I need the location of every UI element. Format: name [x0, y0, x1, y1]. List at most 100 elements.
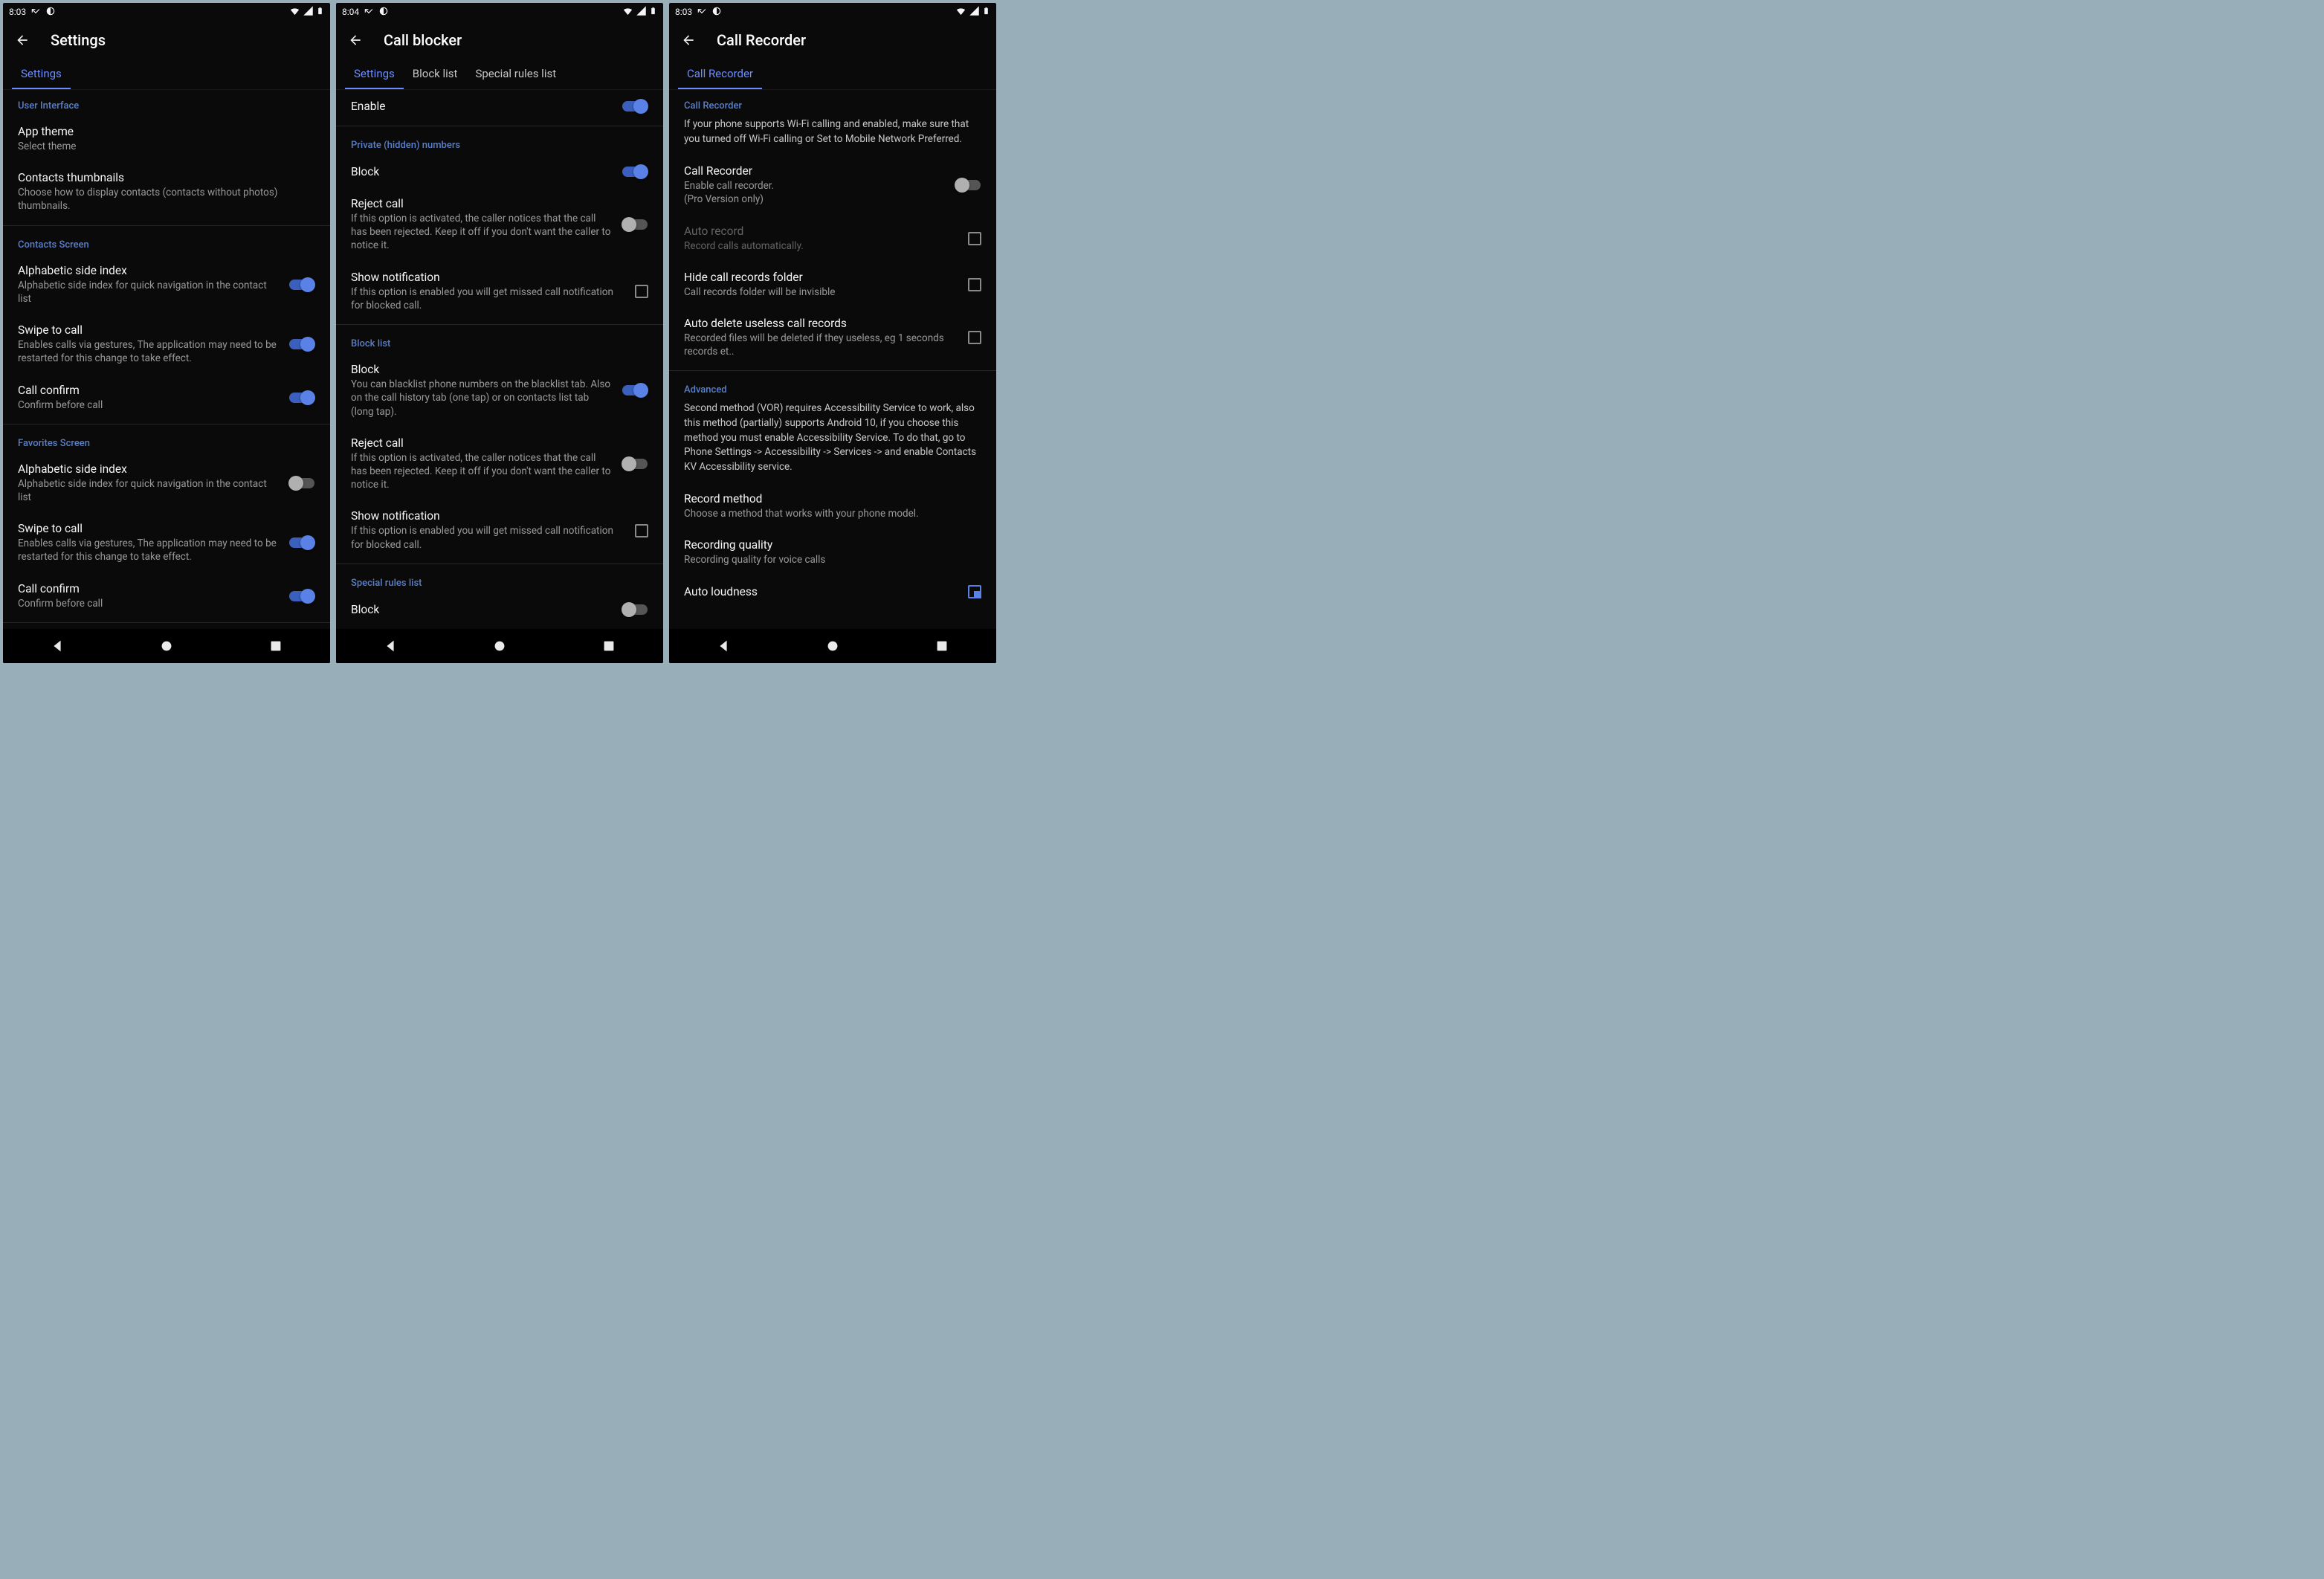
- divider: [669, 370, 996, 371]
- section-header: Favorites Screen: [3, 427, 330, 453]
- settings-item[interactable]: Recording quality Recording quality for …: [669, 529, 996, 575]
- item-subtitle: Alphabetic side index for quick navigati…: [18, 279, 278, 306]
- toggle-switch[interactable]: [622, 383, 648, 398]
- item-title: App theme: [18, 125, 315, 138]
- battery-icon: [316, 5, 324, 19]
- item-title: Swipe to call: [18, 323, 278, 337]
- settings-item[interactable]: Block You can blacklist phone numbers on…: [336, 354, 663, 427]
- settings-item[interactable]: Hide call records folder Call records fo…: [669, 262, 996, 308]
- item-subtitle: If this option is enabled you will get m…: [351, 524, 624, 551]
- content[interactable]: User Interface App theme Select theme Co…: [3, 90, 330, 629]
- checkbox[interactable]: [635, 524, 648, 537]
- section-header: Private (hidden) numbers: [336, 129, 663, 155]
- item-subtitle: Confirm before call: [18, 597, 278, 610]
- checkbox[interactable]: [968, 585, 981, 598]
- toggle-switch[interactable]: [622, 99, 648, 114]
- signal-icon: [303, 5, 314, 19]
- toggle-switch[interactable]: [622, 217, 648, 232]
- header-title: Settings: [51, 31, 106, 49]
- settings-item[interactable]: Auto record Record calls automatically.: [669, 216, 996, 262]
- back-button[interactable]: [15, 33, 30, 48]
- nav-home[interactable]: [491, 638, 508, 654]
- nav-recent[interactable]: [934, 638, 950, 654]
- checkbox[interactable]: [968, 278, 981, 291]
- notification-icon: [378, 6, 389, 19]
- toggle-switch[interactable]: [288, 277, 315, 292]
- battery-icon: [649, 5, 657, 19]
- toggle-switch[interactable]: [288, 535, 315, 550]
- settings-item[interactable]: Show notification If this option is enab…: [336, 500, 663, 560]
- settings-item[interactable]: Enable: [336, 90, 663, 123]
- toggle-switch[interactable]: [288, 390, 315, 405]
- item-subtitle: Recording quality for voice calls: [684, 553, 981, 566]
- nav-home[interactable]: [158, 638, 175, 654]
- section-header: Block list: [336, 328, 663, 354]
- nav-home[interactable]: [824, 638, 841, 654]
- settings-item[interactable]: Show notification If this option is enab…: [336, 262, 663, 321]
- settings-item[interactable]: Block: [336, 155, 663, 188]
- content[interactable]: Call RecorderIf your phone supports Wi-F…: [669, 90, 996, 629]
- settings-item[interactable]: Auto delete useless call records Recorde…: [669, 308, 996, 367]
- checkbox[interactable]: [635, 285, 648, 298]
- settings-item[interactable]: Swipe to call Enables calls via gestures…: [3, 314, 330, 374]
- navigation-bar: [669, 629, 996, 663]
- item-title: Auto delete useless call records: [684, 317, 958, 330]
- item-subtitle: If this option is activated, the caller …: [351, 451, 611, 492]
- nav-back[interactable]: [715, 638, 732, 654]
- item-subtitle: Enables calls via gestures, The applicat…: [18, 338, 278, 365]
- toggle-switch[interactable]: [622, 602, 648, 617]
- settings-item[interactable]: Call confirm Confirm before call: [3, 573, 330, 619]
- settings-item[interactable]: Record method Choose a method that works…: [669, 483, 996, 529]
- back-button[interactable]: [348, 33, 363, 48]
- item-title: Alphabetic side index: [18, 462, 278, 476]
- nav-recent[interactable]: [601, 638, 617, 654]
- item-title: Block: [351, 165, 611, 178]
- item-title: Record method: [684, 492, 981, 506]
- toggle-switch[interactable]: [288, 337, 315, 352]
- toggle-switch[interactable]: [622, 456, 648, 471]
- tab[interactable]: Settings: [12, 59, 71, 89]
- settings-item[interactable]: Reject call If this option is activated,…: [336, 188, 663, 262]
- settings-item[interactable]: Reject call If this option is activated,…: [336, 427, 663, 501]
- clock: 8:03: [675, 7, 692, 17]
- settings-item[interactable]: Swipe to call Enables calls via gestures…: [3, 513, 330, 572]
- settings-item[interactable]: Call confirm Confirm before call: [3, 375, 330, 421]
- settings-item[interactable]: Alphabetic side index Alphabetic side in…: [3, 255, 330, 314]
- nav-back[interactable]: [382, 638, 398, 654]
- toggle-switch[interactable]: [955, 178, 981, 193]
- settings-item[interactable]: Alphabetic side index Alphabetic side in…: [3, 453, 330, 513]
- divider: [3, 225, 330, 226]
- item-title: Block: [351, 363, 611, 376]
- settings-item[interactable]: Contacts thumbnails Choose how to displa…: [3, 162, 330, 222]
- nav-recent[interactable]: [268, 638, 284, 654]
- tab[interactable]: Call Recorder: [678, 59, 762, 89]
- settings-item[interactable]: App theme Select theme: [3, 116, 330, 162]
- tab[interactable]: Block list: [404, 59, 467, 89]
- item-title: Auto loudness: [684, 585, 958, 598]
- checkbox[interactable]: [968, 331, 981, 344]
- clock: 8:04: [342, 7, 359, 17]
- item-subtitle: Confirm before call: [18, 398, 278, 412]
- item-subtitle: Record calls automatically.: [684, 239, 958, 253]
- signal-icon: [636, 5, 647, 19]
- nav-back[interactable]: [49, 638, 65, 654]
- content[interactable]: Enable Private (hidden) numbers Block Re…: [336, 90, 663, 629]
- toggle-switch[interactable]: [288, 476, 315, 491]
- item-title: Recording quality: [684, 538, 981, 552]
- tabs: Call Recorder: [669, 59, 996, 90]
- tab[interactable]: Settings: [345, 59, 404, 89]
- item-title: Show notification: [351, 509, 624, 523]
- toggle-switch[interactable]: [622, 164, 648, 179]
- settings-item[interactable]: Auto loudness: [669, 576, 996, 607]
- back-button[interactable]: [681, 33, 696, 48]
- tab[interactable]: Special rules list: [466, 59, 565, 89]
- settings-item[interactable]: Block: [336, 593, 663, 626]
- settings-item[interactable]: Call Recorder Enable call recorder.(Pro …: [669, 155, 996, 215]
- divider: [336, 324, 663, 325]
- checkbox[interactable]: [968, 232, 981, 245]
- missed-call-icon: [364, 6, 374, 19]
- toggle-switch[interactable]: [288, 589, 315, 604]
- battery-icon: [982, 5, 990, 19]
- wifi-icon: [955, 5, 966, 19]
- navigation-bar: [3, 629, 330, 663]
